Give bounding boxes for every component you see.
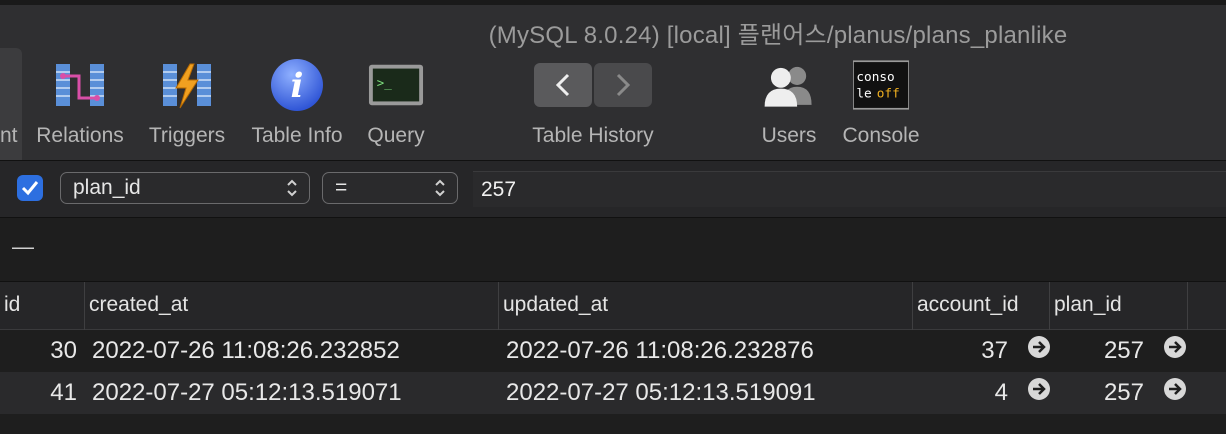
table-header: id created_at updated_at account_id plan… bbox=[0, 282, 1226, 330]
remove-filter-button[interactable]: — bbox=[12, 232, 36, 262]
filter-operator-select[interactable]: = bbox=[322, 172, 458, 204]
cell-updated-at[interactable]: 2022-07-26 11:08:26.232876 bbox=[506, 330, 906, 372]
toolbar-item-label: Query bbox=[367, 124, 425, 147]
info-icon: i bbox=[269, 55, 325, 115]
filter-rules-area bbox=[0, 218, 1226, 282]
chevron-updown-icon bbox=[435, 179, 445, 197]
cell-account-id[interactable]: 4 bbox=[913, 372, 1008, 414]
window: (MySQL 8.0.24) [local] 플랜어스/planus/plans… bbox=[0, 0, 1226, 434]
filter-enabled-checkbox[interactable] bbox=[17, 175, 43, 201]
toolbar-item-query[interactable]: >_ Query bbox=[360, 55, 432, 155]
checkmark-icon bbox=[21, 181, 39, 196]
toolbar-item-triggers[interactable]: Triggers bbox=[142, 55, 232, 155]
column-header-id[interactable]: id bbox=[0, 282, 85, 330]
filter-value-input[interactable]: 257 bbox=[473, 171, 1226, 207]
column-header-updated-at[interactable]: updated_at bbox=[499, 282, 913, 330]
toolbar-item-label: Table History bbox=[532, 124, 654, 147]
table-row[interactable]: 41 2022-07-27 05:12:13.519071 2022-07-27… bbox=[0, 372, 1226, 414]
cell-id[interactable]: 41 bbox=[0, 372, 77, 414]
console-icon-text: conso bbox=[856, 69, 894, 84]
cell-id[interactable]: 30 bbox=[0, 330, 77, 372]
toolbar-item-label: Relations bbox=[36, 124, 124, 147]
column-header-created-at[interactable]: created_at bbox=[85, 282, 499, 330]
console-icon-text: off bbox=[877, 86, 900, 101]
toolbar-item-label: Table Info bbox=[251, 124, 343, 147]
window-title: (MySQL 8.0.24) [local] 플랜어스/planus/plans… bbox=[488, 22, 1068, 49]
relations-icon bbox=[52, 55, 108, 115]
users-icon bbox=[761, 55, 817, 115]
column-header-account-id[interactable]: account_id bbox=[913, 282, 1050, 330]
foreign-key-arrow-icon[interactable] bbox=[1028, 336, 1050, 358]
cell-plan-id[interactable]: 257 bbox=[1050, 330, 1144, 372]
toolbar-item-label: Users bbox=[761, 124, 817, 147]
svg-text:>_: >_ bbox=[377, 75, 393, 90]
console-icon-text: le bbox=[856, 86, 871, 101]
filter-operator-value: = bbox=[335, 176, 348, 199]
svg-text:i: i bbox=[291, 66, 304, 106]
foreign-key-arrow-icon[interactable] bbox=[1164, 336, 1186, 358]
foreign-key-arrow-icon[interactable] bbox=[1028, 378, 1050, 400]
toolbar-item-label: Console bbox=[842, 124, 920, 147]
toolbar-item-console[interactable]: conso le off Console bbox=[836, 55, 926, 155]
toolbar-item-content-label: nt bbox=[0, 124, 18, 147]
cell-account-id[interactable]: 37 bbox=[913, 330, 1008, 372]
filter-field-select[interactable]: plan_id bbox=[60, 172, 310, 204]
foreign-key-arrow-icon[interactable] bbox=[1164, 378, 1186, 400]
toolbar-item-users[interactable]: Users bbox=[756, 55, 822, 155]
cell-updated-at[interactable]: 2022-07-27 05:12:13.519091 bbox=[506, 372, 906, 414]
toolbar-item-table-history[interactable]: Table History bbox=[520, 55, 666, 155]
history-icon bbox=[565, 55, 621, 115]
chevron-updown-icon bbox=[287, 179, 297, 197]
cell-created-at[interactable]: 2022-07-26 11:08:26.232852 bbox=[92, 330, 492, 372]
table-empty-area bbox=[0, 414, 1226, 434]
column-header-plan-id[interactable]: plan_id bbox=[1050, 282, 1188, 330]
triggers-icon bbox=[159, 55, 215, 115]
cell-plan-id[interactable]: 257 bbox=[1050, 372, 1144, 414]
terminal-icon: >_ bbox=[368, 55, 424, 115]
filter-field-value: plan_id bbox=[73, 176, 141, 199]
table-row[interactable]: 30 2022-07-26 11:08:26.232852 2022-07-26… bbox=[0, 330, 1226, 372]
toolbar-item-table-info[interactable]: i Table Info bbox=[245, 55, 349, 155]
console-icon: conso le off bbox=[853, 55, 909, 115]
toolbar-item-label: Triggers bbox=[148, 124, 226, 147]
cell-created-at[interactable]: 2022-07-27 05:12:13.519071 bbox=[92, 372, 492, 414]
toolbar-item-relations[interactable]: Relations bbox=[32, 55, 128, 155]
